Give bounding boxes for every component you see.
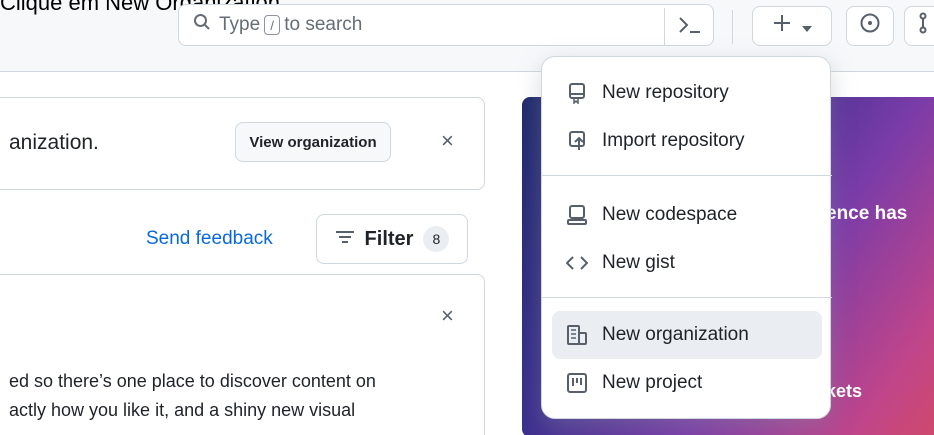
feed-announcement-card: × ed so there’s one place to discover co… [0,274,485,435]
feed-text-line: actly how you like it, and a shiny new v… [9,400,356,420]
close-icon[interactable]: × [441,128,454,154]
menu-item-new-gist[interactable]: New gist [552,239,822,287]
repo-push-icon [566,130,588,152]
menu-item-label: New project [602,372,703,393]
menu-item-new-codespace[interactable]: New codespace [552,191,822,239]
menu-item-new-project[interactable]: New project [552,359,822,407]
menu-item-label: Import repository [602,130,745,151]
create-new-menu: New repository Import repository New cod… [541,56,832,419]
close-icon[interactable]: × [441,303,454,329]
organization-banner: anization. View organization × [0,97,485,190]
menu-item-new-organization[interactable]: New organization [552,311,822,359]
menu-item-label: New repository [602,82,729,103]
banner-text: anization. [9,131,99,154]
menu-item-label: New organization [602,324,749,345]
organization-icon [566,324,588,346]
search-icon [193,13,211,37]
promo-subtext: kets [826,381,863,401]
project-icon [566,372,588,394]
header-divider [732,10,733,44]
view-organization-button[interactable]: View organization [235,122,391,162]
terminal-icon [677,15,703,40]
pull-requests-button[interactable] [904,6,934,46]
menu-item-label: New gist [602,252,675,273]
menu-item-label: New codespace [602,204,738,225]
search-placeholder-prefix: Type [219,14,261,35]
promo-heading: ence has [826,203,908,224]
plus-icon [772,13,792,39]
code-icon [566,252,588,274]
search-input[interactable]: Type / to search [178,4,714,46]
pull-request-icon [918,12,934,40]
menu-item-new-repository[interactable]: New repository [552,69,822,117]
search-placeholder-suffix: to search [284,14,363,35]
send-feedback-link[interactable]: Send feedback [146,228,273,250]
menu-divider [542,297,832,298]
filter-button[interactable]: Filter 8 [316,214,468,264]
repo-icon [566,82,588,104]
search-shortcut-key: / [264,15,281,35]
feed-text-line: ed so there’s one place to discover cont… [9,371,376,391]
issues-button[interactable] [846,6,894,46]
menu-divider [542,175,832,176]
menu-item-import-repository[interactable]: Import repository [552,117,822,165]
command-palette-button[interactable] [664,8,714,46]
create-new-button[interactable] [752,6,832,46]
filter-icon [335,228,355,251]
issue-circle-icon [859,12,881,40]
filter-label: Filter [364,227,414,250]
filter-count-badge: 8 [423,226,450,252]
codespace-icon [566,204,588,226]
chevron-down-icon [802,13,812,39]
